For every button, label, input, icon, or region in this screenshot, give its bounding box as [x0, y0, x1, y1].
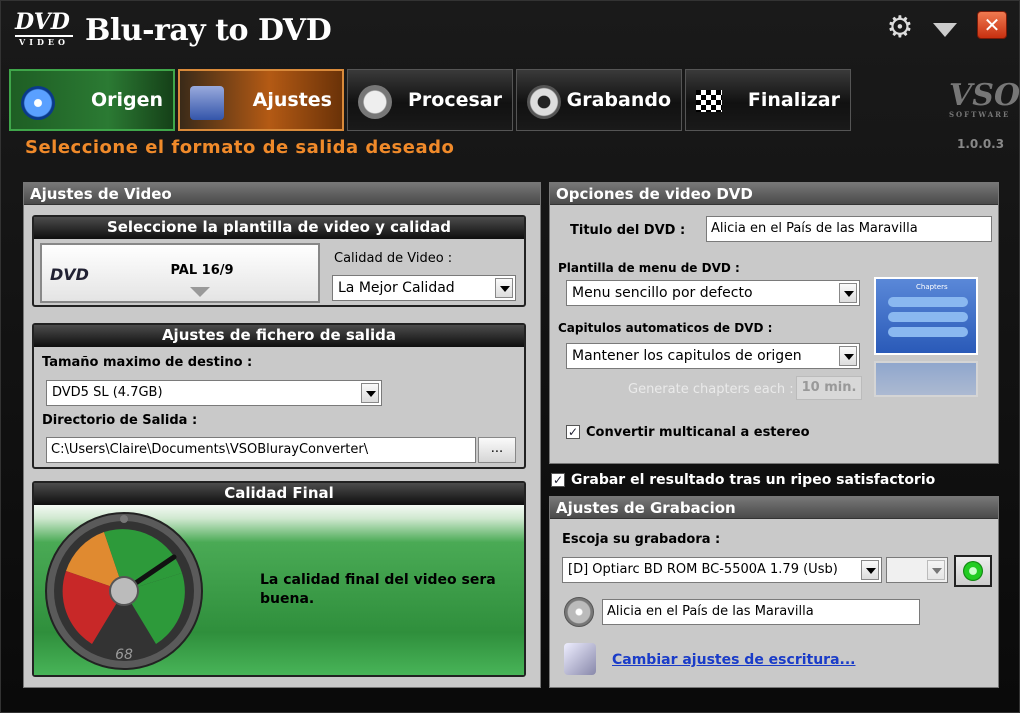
output-file-section: Ajustes de fichero de salida Tamaño maxi… — [32, 323, 526, 469]
preview-title: Chapters — [916, 283, 948, 291]
browse-button[interactable]: ... — [478, 437, 516, 463]
write-settings-icon — [564, 643, 596, 675]
menu-preview-thumbnail-2[interactable] — [874, 361, 978, 397]
dvd-video-logo: DVD VIDEO — [15, 11, 73, 53]
disc-icon — [21, 86, 55, 120]
chevron-down-icon — [190, 287, 210, 297]
gear-icon[interactable]: ⚙ — [885, 13, 915, 43]
burner-label: Escoja su grabadora : — [562, 532, 721, 547]
max-size-value: DVD5 SL (4.7GB) — [52, 385, 163, 400]
tab-label: Procesar — [408, 89, 502, 111]
max-size-label: Tamaño maximo de destino : — [42, 355, 253, 370]
dvd-title-label: Titulo del DVD : — [570, 223, 686, 238]
quality-label: Calidad de Video : — [334, 251, 453, 266]
volume-label-input[interactable]: Alicia en el País de las Maravilla — [602, 599, 920, 625]
disc-drive-icon — [564, 597, 594, 627]
max-size-select[interactable]: DVD5 SL (4.7GB) — [46, 380, 382, 406]
quality-select[interactable]: La Mejor Calidad — [332, 275, 516, 301]
burner-value: [D] Optiarc BD ROM BC-5500A 1.79 (Usb) — [568, 562, 838, 577]
template-value: PAL 16/9 — [170, 263, 234, 278]
final-quality-text: La calidad final del video sera buena. — [260, 572, 496, 607]
burn-disc-icon — [527, 85, 561, 119]
panel-title: Opciones de video DVD — [550, 183, 998, 205]
version-label: 1.0.0.3 — [957, 137, 1005, 151]
app-window: DVD VIDEO Blu-ray to DVD ⚙ ✕ Origen Ajust… — [0, 0, 1020, 713]
burn-after-label: Grabar el resultado tras un ripeo satisf… — [571, 472, 936, 488]
multichannel-label: Convertir multicanal a estereo — [586, 425, 810, 440]
chapters-value: Mantener los capitulos de origen — [572, 348, 802, 364]
chevron-down-icon[interactable] — [839, 346, 857, 366]
tab-label: Grabando — [566, 89, 671, 111]
template-section: Seleccione la plantilla de video y calid… — [32, 215, 526, 307]
menu-preview-thumbnail[interactable]: Chapters — [874, 277, 978, 355]
panel-title: Ajustes de Video — [24, 183, 540, 205]
tab-label: Ajustes — [252, 89, 332, 111]
output-dir-input[interactable]: C:\Users\Claire\Documents\VSOBlurayConve… — [46, 437, 476, 463]
generate-chapters-input[interactable]: 10 min. — [796, 376, 862, 400]
burner-select[interactable]: [D] Optiarc BD ROM BC-5500A 1.79 (Usb) — [562, 557, 882, 583]
final-quality-section: Calidad Final 68 La calidad final del vi… — [32, 481, 526, 677]
preview-row — [888, 312, 968, 322]
app-title: Blu-ray to DVD — [85, 13, 332, 48]
chevron-down-icon[interactable] — [861, 560, 879, 580]
chapters-select[interactable]: Mantener los capitulos de origen — [566, 343, 860, 369]
refresh-button[interactable] — [954, 555, 992, 587]
video-settings-panel: Ajustes de Video Seleccione la plantilla… — [23, 182, 541, 688]
menu-dropdown-icon[interactable] — [933, 23, 957, 37]
dvd-options-panel: Opciones de video DVD Titulo del DVD : A… — [549, 182, 999, 464]
dvd-title-input[interactable]: Alicia en el País de las Maravilla — [706, 216, 992, 242]
checkered-flag-icon — [696, 90, 722, 112]
tab-finalizar[interactable]: Finalizar — [685, 69, 851, 131]
dvd-logo-icon: DVD — [50, 265, 89, 284]
tab-origen[interactable]: Origen — [9, 69, 175, 131]
chapters-label: Capitulos automaticos de DVD : — [558, 321, 773, 335]
refresh-icon — [963, 561, 983, 581]
template-selector[interactable]: DVD PAL 16/9 — [40, 243, 320, 303]
burn-after-checkbox[interactable]: ✓ — [551, 473, 565, 487]
section-title: Seleccione la plantilla de video y calid… — [34, 217, 524, 239]
page-subtitle: Seleccione el formato de salida deseado — [25, 137, 455, 158]
write-settings-link[interactable]: Cambiar ajustes de escritura... — [612, 652, 855, 668]
burn-settings-panel: Ajustes de Grabacion Escoja su grabadora… — [549, 496, 999, 688]
menu-template-select[interactable]: Menu sencillo por defecto — [566, 280, 860, 306]
quality-value: La Mejor Calidad — [338, 280, 455, 296]
menu-template-label: Plantilla de menu de DVD : — [558, 261, 740, 275]
preview-row — [888, 297, 968, 307]
menu-template-value: Menu sencillo por defecto — [572, 285, 753, 301]
gauge-value: 68 — [115, 647, 133, 663]
clock-icon — [358, 85, 392, 119]
chevron-down-icon[interactable] — [839, 283, 857, 303]
tab-label: Finalizar — [747, 89, 840, 111]
tab-procesar[interactable]: Procesar — [347, 69, 513, 131]
panel-title: Ajustes de Grabacion — [550, 497, 998, 519]
burn-speed-select[interactable] — [886, 557, 948, 583]
close-button[interactable]: ✕ — [977, 11, 1007, 39]
settings-card-icon — [190, 86, 224, 120]
section-title: Calidad Final — [34, 483, 524, 505]
tab-label: Origen — [90, 89, 163, 111]
output-dir-label: Directorio de Salida : — [42, 413, 198, 428]
chevron-down-icon[interactable] — [495, 278, 513, 298]
vso-logo: VSO SOFTWARE — [949, 78, 1020, 119]
preview-row — [888, 327, 968, 337]
section-title: Ajustes de fichero de salida — [34, 325, 524, 347]
chevron-down-icon[interactable] — [927, 560, 945, 580]
tab-ajustes[interactable]: Ajustes — [178, 69, 344, 131]
generate-chapters-label: Generate chapters each : — [628, 382, 794, 397]
multichannel-checkbox[interactable]: ✓ — [566, 425, 580, 439]
quality-gauge: 68 — [45, 512, 203, 670]
chevron-down-icon[interactable] — [361, 383, 379, 403]
tab-grabando[interactable]: Grabando — [516, 69, 682, 131]
